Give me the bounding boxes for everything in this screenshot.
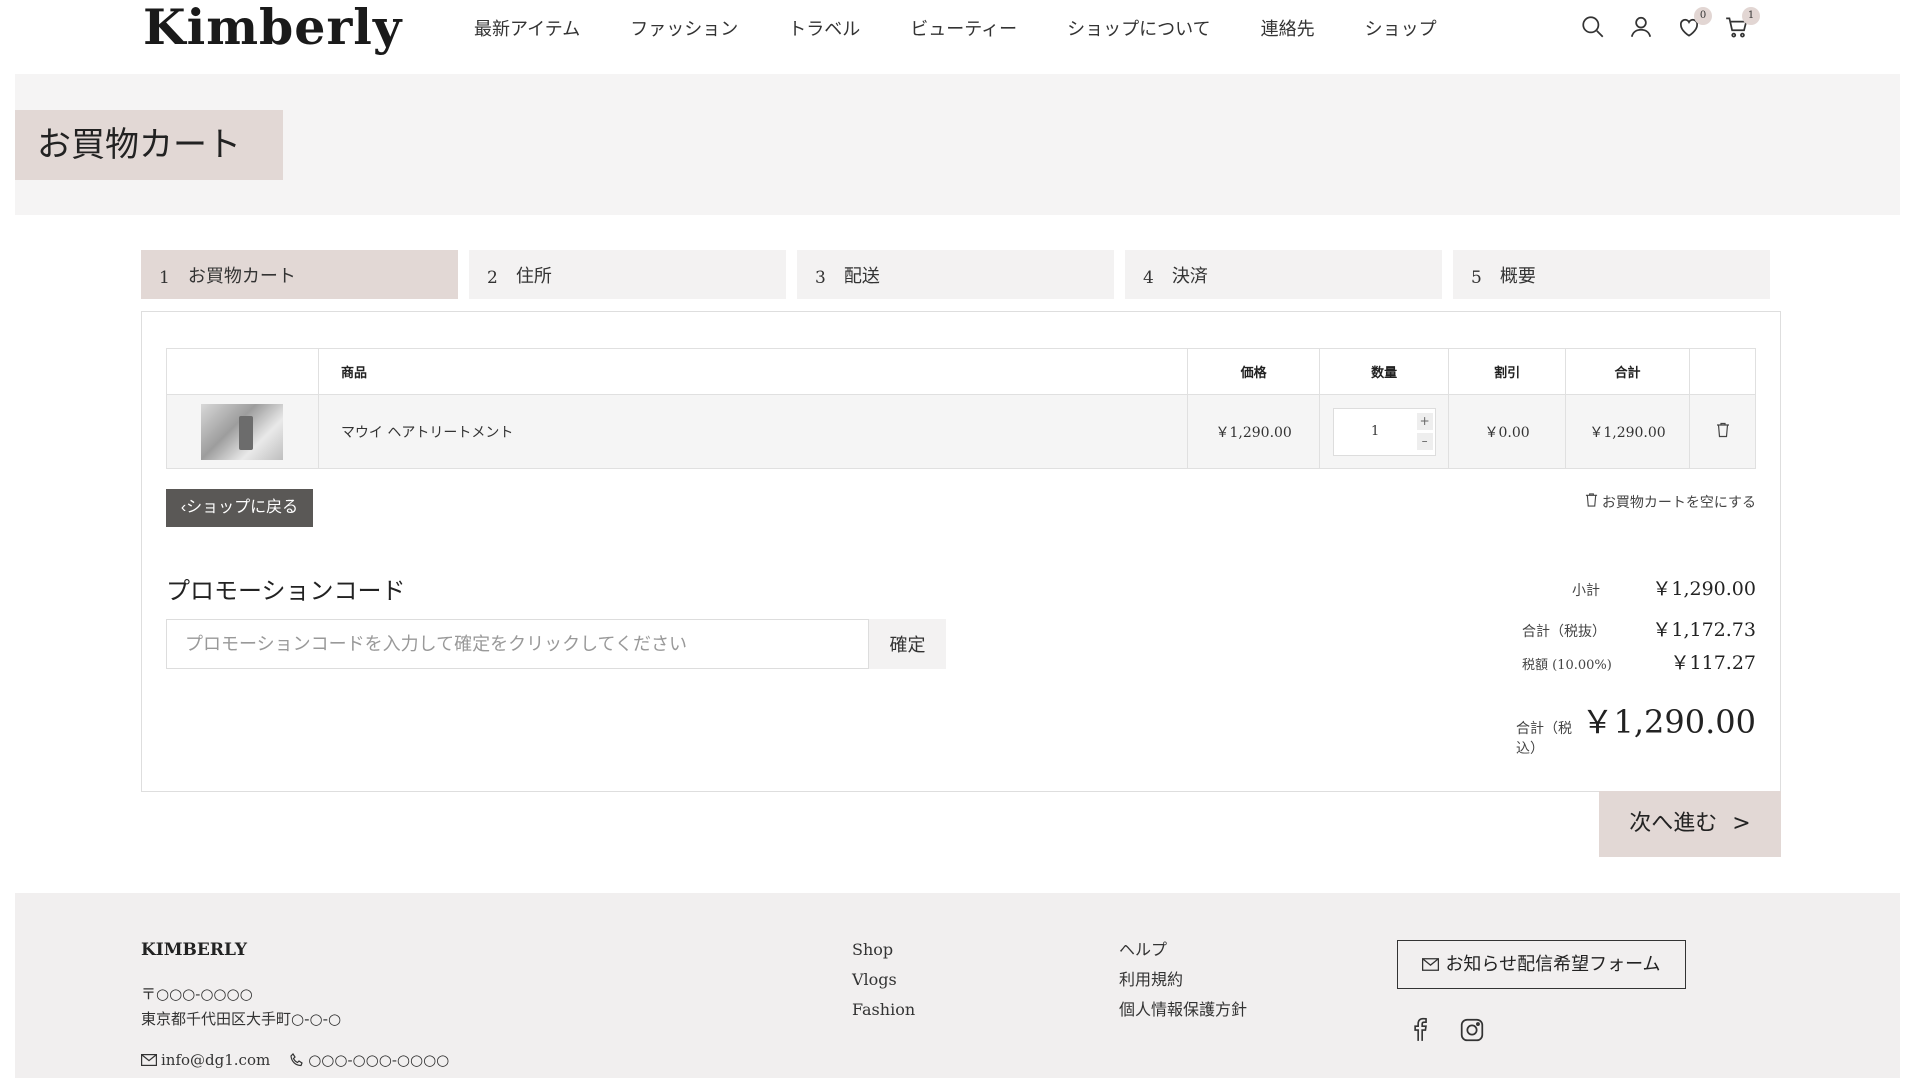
nav-item-travel[interactable]: トラベル	[788, 15, 860, 41]
footer-street: 東京都千代田区大手町○-○-○	[141, 1010, 342, 1028]
checkout-steps: 1 お買物カート 2 住所 3 配送 4 決済 5 概要	[141, 250, 1770, 299]
cart-count-badge: 1	[1742, 7, 1760, 25]
next-step-button[interactable]: 次へ進む >	[1599, 791, 1781, 857]
product-discount: ￥0.00	[1448, 394, 1567, 469]
step-number: 2	[487, 267, 498, 288]
footer-email[interactable]: info@dg1.com	[141, 1051, 270, 1069]
tax-label: 税額 (10.00%)	[1522, 658, 1612, 673]
nav-item-shop[interactable]: ショップ	[1365, 15, 1437, 41]
cart-icon[interactable]: 1	[1724, 7, 1760, 42]
footer-link-shop[interactable]: Shop	[852, 935, 915, 965]
grand-total-label: 合計（税込）	[1516, 721, 1572, 757]
tax-value: ￥117.27	[1670, 652, 1756, 674]
subtotal-value: ￥1,290.00	[1652, 578, 1756, 600]
facebook-icon[interactable]	[1407, 1017, 1433, 1043]
nav-item-beauty[interactable]: ビューティー	[910, 15, 1017, 41]
col-discount: 割引	[1448, 348, 1567, 395]
step-label: 住所	[515, 265, 552, 287]
heart-icon[interactable]: 0	[1676, 7, 1712, 42]
footer-social	[1407, 1017, 1485, 1043]
col-total: 合計	[1565, 348, 1690, 395]
remove-cell	[1689, 394, 1756, 469]
step-address[interactable]: 2 住所	[469, 250, 786, 299]
mail-icon	[141, 1054, 157, 1066]
header-icons: 0 1	[1580, 7, 1760, 42]
product-thumbnail[interactable]	[201, 403, 284, 460]
product-name[interactable]: マウイ ヘアトリートメント	[317, 394, 1189, 469]
footer-zip: 〒○○○-○○○○	[141, 985, 253, 1003]
step-number: 5	[1471, 267, 1482, 288]
footer-links-help: ヘルプ 利用規約 個人情報保護方針	[1119, 935, 1247, 1025]
step-label: 概要	[1499, 265, 1536, 287]
col-qty: 数量	[1319, 348, 1450, 395]
wishlist-count-badge: 0	[1694, 7, 1712, 25]
step-shipping[interactable]: 3 配送	[797, 250, 1114, 299]
qty-decrease-button[interactable]: –	[1416, 433, 1433, 450]
subtotal-label: 小計	[1572, 583, 1600, 599]
site-header: Kimberly 最新アイテム ファッション トラベル ビューティー ショップに…	[0, 0, 1915, 74]
total-excl-tax-label: 合計（税抜）	[1522, 624, 1606, 640]
col-product: 商品	[317, 348, 1189, 395]
footer-link-privacy[interactable]: 個人情報保護方針	[1119, 995, 1247, 1025]
step-summary[interactable]: 5 概要	[1453, 250, 1770, 299]
cart-panel: 商品 価格 数量 割引 合計 マウイ ヘアトリートメント ￥1,290.00 1…	[141, 311, 1781, 792]
page-hero: お買物カート	[15, 74, 1900, 215]
mail-icon	[1422, 958, 1440, 971]
quantity-value[interactable]: 1	[1334, 424, 1417, 439]
user-icon[interactable]	[1628, 14, 1656, 42]
cart-table: 商品 価格 数量 割引 合計 マウイ ヘアトリートメント ￥1,290.00 1…	[166, 348, 1756, 469]
step-label: お買物カート	[187, 265, 296, 287]
site-logo[interactable]: Kimberly	[143, 0, 402, 56]
nav-item-about[interactable]: ショップについて	[1067, 15, 1210, 41]
chevron-right-icon: >	[1732, 811, 1751, 836]
search-icon[interactable]	[1580, 14, 1608, 42]
step-number: 1	[159, 267, 170, 288]
col-remove	[1689, 348, 1756, 395]
table-header-row: 商品 価格 数量 割引 合計	[166, 348, 1756, 395]
qty-increase-button[interactable]: +	[1416, 413, 1433, 430]
nav-item-contact[interactable]: 連絡先	[1261, 15, 1315, 41]
footer-brand: KIMBERLY	[141, 940, 248, 960]
footer-phone[interactable]: ○○○-○○○-○○○○	[290, 1051, 449, 1069]
footer-links-shop: Shop Vlogs Fashion	[852, 935, 915, 1025]
nav-item-new[interactable]: 最新アイテム	[474, 15, 580, 41]
footer-link-terms[interactable]: 利用規約	[1119, 965, 1247, 995]
instagram-icon[interactable]	[1459, 1017, 1485, 1043]
order-totals: 小計 ￥1,290.00 合計（税抜） ￥1,172.73 税額 (10.00%…	[1456, 574, 1756, 768]
step-label: 決済	[1171, 265, 1208, 287]
footer-link-fashion[interactable]: Fashion	[852, 995, 915, 1025]
step-cart[interactable]: 1 お買物カート	[141, 250, 458, 299]
col-price: 価格	[1187, 348, 1321, 395]
empty-cart-button[interactable]: お買物カートを空にする	[1585, 492, 1756, 512]
grand-total-value: ￥1,290.00	[1581, 703, 1756, 741]
table-row: マウイ ヘアトリートメント ￥1,290.00 1 + – ￥0.00 ￥1,2…	[166, 394, 1756, 469]
newsletter-form-button[interactable]: お知らせ配信希望フォーム	[1397, 940, 1686, 989]
step-payment[interactable]: 4 決済	[1125, 250, 1442, 299]
col-image	[166, 348, 319, 395]
total-excl-tax-value: ￥1,172.73	[1652, 619, 1756, 641]
footer-link-vlogs[interactable]: Vlogs	[852, 965, 915, 995]
back-to-shop-button[interactable]: ‹ショップに戻る	[166, 489, 313, 527]
product-image-cell	[166, 394, 319, 469]
trash-icon[interactable]	[1716, 422, 1730, 442]
nav-item-fashion[interactable]: ファッション	[630, 15, 738, 41]
page-title: お買物カート	[15, 110, 283, 180]
product-total: ￥1,290.00	[1565, 394, 1690, 469]
promo-code-input[interactable]	[166, 619, 869, 669]
promo-apply-button[interactable]: 確定	[869, 619, 946, 669]
step-number: 4	[1143, 267, 1154, 288]
product-price: ￥1,290.00	[1187, 394, 1321, 469]
trash-icon	[1585, 492, 1598, 512]
footer-address: 〒○○○-○○○○ 東京都千代田区大手町○-○-○	[141, 982, 341, 1032]
step-label: 配送	[843, 265, 880, 287]
promo-title: プロモーションコード	[166, 577, 406, 605]
main-nav: 最新アイテム ファッション トラベル ビューティー ショップについて 連絡先 シ…	[474, 15, 1487, 41]
qty-cell: 1 + –	[1319, 394, 1450, 469]
step-number: 3	[815, 267, 826, 288]
footer-link-help[interactable]: ヘルプ	[1119, 935, 1247, 965]
footer-contact: info@dg1.com ○○○-○○○-○○○○	[141, 1051, 449, 1069]
quantity-stepper[interactable]: 1 + –	[1332, 407, 1436, 456]
site-footer: KIMBERLY 〒○○○-○○○○ 東京都千代田区大手町○-○-○ info@…	[15, 893, 1900, 1078]
phone-icon	[290, 1053, 303, 1067]
